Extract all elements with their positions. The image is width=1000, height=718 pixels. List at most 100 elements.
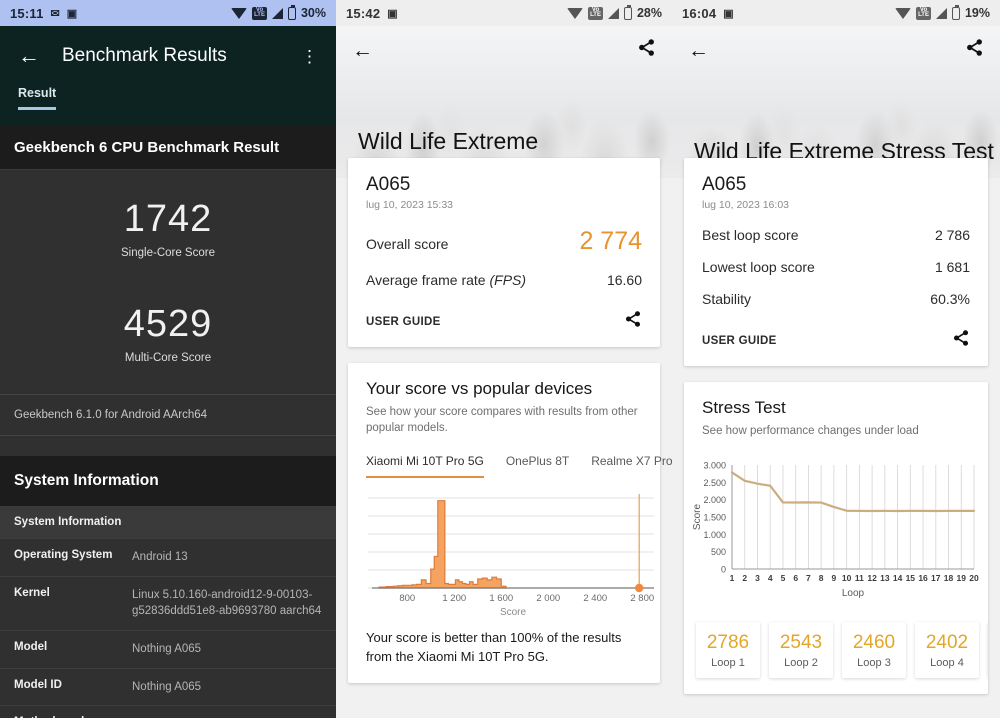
svg-text:2.500: 2.500	[703, 478, 726, 488]
status-bar-right: Vo LTE 30%	[231, 4, 326, 20]
result-date: lug 10, 2023 15:33	[366, 199, 453, 211]
message-icon: ▣	[66, 7, 78, 20]
user-guide-link[interactable]: USER GUIDE	[366, 316, 441, 328]
stress-test-panel: 16:04 ▣ Vo LTE 19% ← Wild Life Extreme St…	[672, 0, 1000, 718]
svg-text:15: 15	[906, 573, 916, 583]
overall-score-label: Overall score	[366, 236, 449, 252]
svg-text:9: 9	[832, 573, 837, 583]
wifi-icon	[895, 7, 912, 19]
lowest-loop-value: 1 681	[934, 259, 970, 275]
table-row: Operating System Android 13	[0, 539, 336, 577]
share-icon[interactable]	[637, 38, 656, 62]
volte-icon: Vo LTE	[252, 6, 267, 20]
compare-title: Your score vs popular devices	[366, 379, 593, 398]
svg-text:16: 16	[918, 573, 928, 583]
geekbench-panel: 15:11 ✉ ▣ Vo LTE 30% ← Benchmark Results …	[0, 0, 336, 718]
page-title: Benchmark Results	[62, 45, 227, 66]
row-value: Nothing A065	[132, 643, 202, 656]
stress-card-body: Stress Test See how performance changes …	[684, 382, 988, 449]
result-date: lug 10, 2023 16:03	[702, 199, 789, 211]
battery-percent: 30%	[300, 6, 326, 20]
status-bar: 15:42 ▣ Vo LTE 28%	[336, 0, 672, 26]
svg-text:2: 2	[742, 573, 747, 583]
svg-text:1.000: 1.000	[703, 530, 726, 540]
result-card-footer: USER GUIDE	[348, 298, 660, 347]
svg-text:14: 14	[893, 573, 903, 583]
battery-icon	[287, 4, 296, 20]
svg-text:13: 13	[880, 573, 890, 583]
svg-text:10: 10	[842, 573, 852, 583]
svg-text:Score: Score	[692, 504, 703, 531]
system-information-heading: System Information	[0, 456, 336, 506]
more-vertical-icon[interactable]: ⋮	[301, 48, 318, 65]
hero-banner: ← Wild Life Extreme	[336, 26, 672, 178]
volte-icon: Vo LTE	[588, 6, 603, 20]
svg-text:2 800: 2 800	[630, 593, 654, 604]
lowest-loop-row: Lowest loop score 1 681	[702, 259, 970, 275]
fps-value: 16.60	[606, 272, 642, 288]
device-tab-oneplus[interactable]: OnePlus 8T	[506, 454, 569, 478]
overall-score-row: Overall score 2 774	[366, 227, 642, 256]
stability-label: Stability	[702, 291, 752, 307]
share-icon[interactable]	[952, 329, 970, 352]
device-tab-xiaomi[interactable]: Xiaomi Mi 10T Pro 5G	[366, 454, 484, 479]
tab-result[interactable]: Result	[18, 86, 57, 110]
svg-text:18: 18	[944, 573, 954, 583]
score-block: 1742 Single-Core Score 4529 Multi-Core S…	[0, 170, 336, 395]
svg-text:Loop: Loop	[842, 588, 865, 599]
compare-card-body: Your score vs popular devices See how yo…	[348, 363, 672, 488]
row-key: Model ID	[14, 678, 62, 691]
multi-core-score-label: Multi-Core Score	[124, 352, 212, 364]
stress-subtitle: See how performance changes under load	[702, 425, 919, 437]
result-card: A065 lug 10, 2023 15:33 Overall score 2 …	[348, 158, 660, 347]
table-row: Model ID Nothing A065	[0, 669, 336, 707]
device-tab-bar: Xiaomi Mi 10T Pro 5G OnePlus 8T Realme X…	[366, 454, 672, 479]
row-key: Model	[14, 641, 48, 654]
svg-text:Score: Score	[500, 607, 527, 618]
result-card: A065 lug 10, 2023 16:03 Best loop score …	[684, 158, 988, 366]
table-row: Kernel Linux 5.10.160-android12-9-00103-…	[0, 577, 336, 632]
score-distribution-histogram: 800 1 200 1 600 2 000 2 400 2 800 Score	[348, 488, 660, 625]
svg-text:20: 20	[969, 573, 979, 583]
stress-title: Stress Test	[702, 398, 786, 417]
status-time: 15:42	[346, 5, 381, 21]
list-item[interactable]: 2402 Loop 4	[915, 622, 979, 679]
loop-score-list: 2786 Loop 1 2543 Loop 2 2460 Loop 3 2402…	[684, 612, 988, 694]
result-card-body: A065 lug 10, 2023 16:03 Best loop score …	[684, 158, 988, 317]
hero-title: Wild Life Extreme	[358, 128, 539, 155]
signal-icon	[271, 7, 283, 19]
svg-text:1: 1	[730, 573, 735, 583]
status-time: 16:04	[682, 5, 717, 21]
user-guide-link[interactable]: USER GUIDE	[702, 335, 777, 347]
stress-test-loop-chart: 0 500 1.000 1.500 2.000 2.500 3.000 1 2 3 4 5 6 7 8 9 10…	[684, 449, 988, 612]
loop-label: Loop 3	[857, 657, 891, 670]
single-core-score-value: 1742	[123, 198, 213, 240]
svg-text:3: 3	[755, 573, 760, 583]
share-icon[interactable]	[624, 310, 642, 333]
score-spacer	[0, 259, 336, 303]
row-value: Nothing A065	[132, 680, 202, 693]
row-value: Android 13	[132, 551, 188, 563]
loop-label: Loop 2	[784, 657, 818, 670]
svg-text:2.000: 2.000	[703, 495, 726, 505]
list-item[interactable]: 2460 Loop 3	[842, 622, 906, 679]
device-tab-realme[interactable]: Realme X7 Pro	[591, 454, 672, 478]
list-item[interactable]: 2543 Loop 2	[769, 622, 833, 679]
svg-text:17: 17	[931, 573, 941, 583]
list-item[interactable]: 2786 Loop 1	[696, 622, 760, 679]
hero-banner: ← Wild Life Extreme Stress Test	[672, 26, 1000, 178]
stress-chart-svg: 05001.0001.5002.0002.5003.0001 2 3 4 5 6 7 8 9 10…	[692, 461, 979, 600]
result-card-body: A065 lug 10, 2023 15:33 Overall score 2 …	[348, 158, 660, 298]
svg-text:2 000: 2 000	[536, 593, 560, 604]
row-value: Linux 5.10.160-android12-9-00103-g52836d…	[132, 588, 322, 618]
section-spacer	[0, 436, 336, 456]
best-loop-value: 2 786	[934, 227, 970, 243]
back-arrow-icon[interactable]: ←	[18, 45, 40, 67]
benchmark-result-heading: Geekbench 6 CPU Benchmark Result	[0, 126, 336, 170]
svg-text:11: 11	[855, 573, 864, 583]
fps-row: Average frame rate (FPS) 16.60	[366, 272, 642, 288]
device-name: A065	[366, 174, 411, 195]
back-arrow-icon[interactable]: ←	[352, 40, 373, 61]
share-icon[interactable]	[965, 38, 984, 62]
back-arrow-icon[interactable]: ←	[688, 40, 709, 61]
